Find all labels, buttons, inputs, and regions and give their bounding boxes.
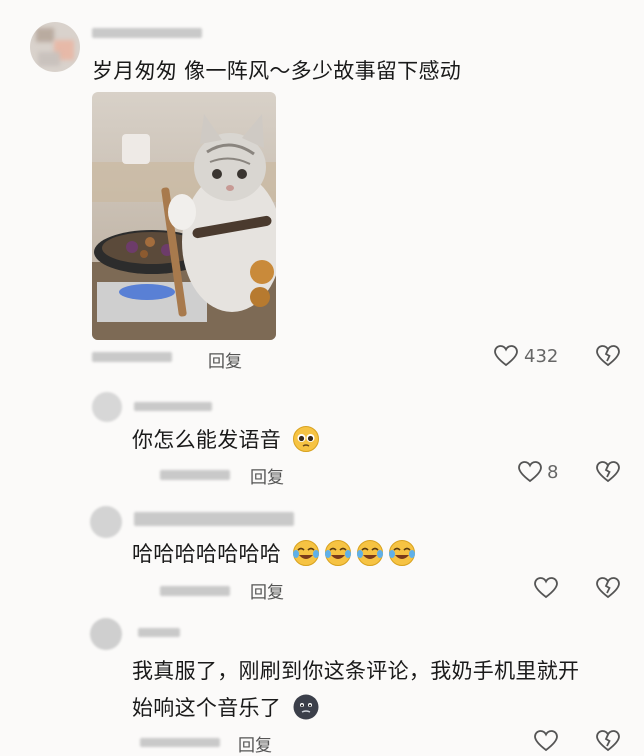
reply-button[interactable]: 回复	[250, 463, 284, 488]
comment-image[interactable]	[92, 92, 276, 340]
like-count: 8	[547, 462, 559, 483]
tears-of-joy-emoji	[292, 539, 320, 572]
heart-outline-icon[interactable]	[494, 345, 518, 367]
comment-text-line-2: 始响这个音乐了	[132, 692, 320, 726]
comment-text: 哈哈哈哈哈哈哈	[132, 538, 416, 572]
reply-button[interactable]: 回复	[208, 347, 242, 372]
pleading-face-emoji	[292, 425, 320, 458]
comment-text-line-1: 我真服了，刚刷到你这条评论，我奶手机里就开	[132, 659, 580, 683]
avatar[interactable]	[30, 22, 80, 72]
broken-heart-icon[interactable]	[596, 345, 620, 367]
tears-of-joy-emoji	[388, 539, 416, 572]
tears-of-joy-emoji	[356, 539, 384, 572]
username-redacted[interactable]	[92, 28, 202, 38]
username-redacted[interactable]	[134, 402, 212, 411]
broken-heart-icon[interactable]	[596, 730, 620, 752]
comment-text: 岁月匆匆 像一阵风～多少故事留下感动	[92, 59, 462, 83]
timestamp-redacted	[92, 352, 172, 362]
heart-outline-icon[interactable]	[518, 461, 542, 483]
reply-button[interactable]: 回复	[238, 731, 272, 756]
tears-of-joy-emoji	[324, 539, 352, 572]
heart-outline-icon[interactable]	[534, 730, 558, 752]
avatar[interactable]	[92, 392, 122, 422]
username-redacted[interactable]	[138, 628, 180, 637]
heart-outline-icon[interactable]	[534, 577, 558, 599]
timestamp-redacted	[160, 470, 230, 480]
cat-cooking-photo	[92, 92, 276, 340]
avatar[interactable]	[90, 618, 122, 650]
timestamp-redacted	[140, 738, 220, 747]
dark-round-face-emoji	[292, 693, 320, 726]
broken-heart-icon[interactable]	[596, 461, 620, 483]
comment-text: 你怎么能发语音	[132, 424, 320, 458]
like-count: 432	[524, 346, 559, 367]
avatar[interactable]	[90, 506, 122, 538]
timestamp-redacted	[160, 586, 230, 596]
reply-button[interactable]: 回复	[250, 578, 284, 603]
broken-heart-icon[interactable]	[596, 577, 620, 599]
username-redacted[interactable]	[134, 512, 294, 526]
